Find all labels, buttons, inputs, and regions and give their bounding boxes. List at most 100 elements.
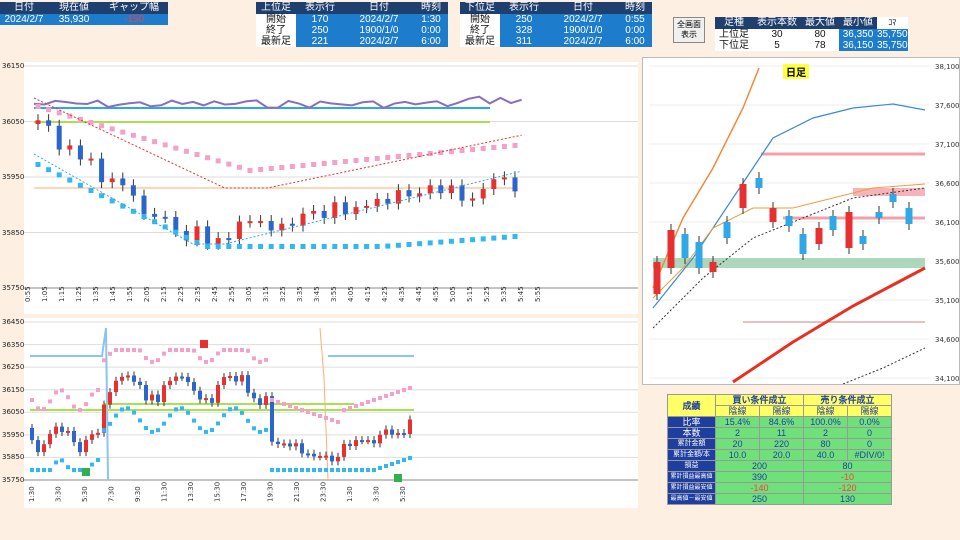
upper-chart-x-tick: 4:45 [415,286,423,302]
upper-chart-x-tick: 0:55 [24,286,32,302]
band-marker [332,160,338,165]
candle-body [198,390,202,400]
band-marker [311,162,317,167]
candle-body [739,184,747,208]
candle-body [36,440,40,453]
lower-row-label: 終了 [460,25,500,36]
fullscreen-button[interactable]: 全画面 表示 [673,17,705,43]
band-marker [30,398,34,402]
band-marker [438,239,444,245]
upper-chart-x-tick: 1:55 [126,286,134,302]
frames-row-count[interactable]: 30 [753,29,801,40]
candle-body [438,185,444,194]
band-marker [353,158,359,163]
band-marker [480,146,486,151]
candle-body [384,429,388,435]
candle-body [332,202,338,218]
upper-chart-x-tick: 1:45 [109,286,117,302]
candle-body [667,230,675,268]
band-marker [35,162,41,167]
band-marker [156,358,160,363]
band-marker [46,107,52,113]
lower-row-label: 開始 [460,14,500,25]
band-marker [54,390,58,395]
band-marker [276,468,280,472]
candle-body [236,221,242,240]
lower-header-3: 時刻 [618,2,652,14]
band-marker [173,145,179,151]
candle-body [336,456,340,462]
upper-row-value[interactable]: 250 [296,25,344,36]
lower-row-label: 最新足 [460,36,500,47]
band-marker [501,144,507,149]
lower-chart-x-tick: 3:30 [55,486,63,502]
band-marker [108,351,112,356]
purple-line [33,95,522,110]
candle-body [88,158,94,161]
candle-body [348,443,352,447]
lower-row-value[interactable]: 250 [500,14,548,25]
band-marker [330,468,334,472]
upper-chart-x-tick: 3:35 [296,286,304,302]
frames-row-bars[interactable]: 80 [801,29,839,40]
lower-row-date: 1900/1/0 [548,25,618,36]
results-row-label: 損益 [667,460,716,472]
band-marker [324,416,328,420]
frames-row-count[interactable]: 5 [753,40,801,51]
band-marker [215,244,221,249]
band-marker [270,468,274,472]
lower-chart-x-tick: 17:30 [240,482,248,502]
candle-body [905,208,913,224]
summary-table: 日付 現在値 ギャップ幅 2024/2/7 35,930 -150 [0,2,168,25]
candle-body [54,426,58,434]
lower-chart-y-tick: 35950 [2,430,25,439]
results-row-label: 累計金額 [667,438,716,450]
candle-body [56,125,62,150]
results-cell: 0 [847,427,892,439]
band-marker [42,407,46,412]
band-marker [279,244,285,249]
candle-body [354,440,358,447]
band-marker [366,400,370,404]
upper-chart-x-tick: 1:15 [58,286,66,302]
upper-row-value[interactable]: 170 [296,14,344,25]
band-marker [342,244,348,249]
upper-chart-x-tick: 5:55 [534,286,542,302]
band-marker [276,400,280,404]
candle-body [66,430,70,433]
band-marker [318,468,322,472]
band-marker [174,348,178,352]
band-marker [354,404,358,408]
candle-body [141,195,147,214]
daily-y-tick: 35,100 [935,297,959,305]
upper-row-label: 開始 [256,14,296,25]
candle-body [226,238,232,241]
frames-row-min: 35,750 [877,40,908,51]
results-row-label: 本数 [667,427,716,439]
lower-chart-x-tick: 7:30 [108,486,116,502]
band-marker [36,406,40,411]
results-cell: 0 [847,438,892,450]
band-marker [84,402,88,407]
band-marker [360,402,364,406]
lower-row-value[interactable]: 328 [500,25,548,36]
band-marker [42,468,46,472]
frames-row-bars[interactable]: 78 [801,40,839,51]
upper-chart-y-tick: 35750 [2,284,25,292]
frames-header-4: ｺﾏ [877,17,908,29]
results-cell: #DIV/0! [847,449,892,461]
results-cell: 20.0 [759,449,804,461]
band-marker [198,426,202,431]
band-marker [312,412,316,416]
band-marker [252,356,256,361]
lower-chart-y-tick: 36150 [2,385,25,394]
band-marker [470,147,476,152]
upper-chart-x-tick: 3:55 [330,286,338,302]
band-marker [353,244,359,249]
band-marker [390,392,394,396]
results-row-label: 比率 [667,416,716,428]
band-marker [236,164,242,170]
band-marker [258,359,262,364]
band-marker [332,244,338,249]
candle-body [353,207,359,215]
